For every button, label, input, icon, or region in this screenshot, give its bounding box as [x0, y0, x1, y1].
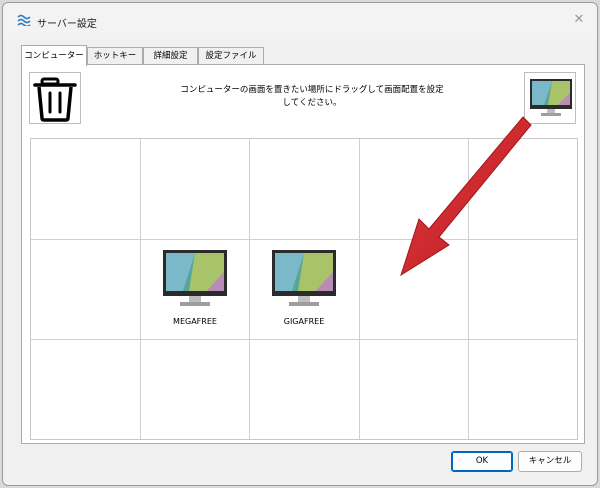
trash-icon [33, 77, 77, 122]
close-button[interactable]: ✕ [571, 12, 587, 28]
new-computer-tile[interactable] [524, 72, 576, 124]
grid-line [249, 139, 250, 439]
tab-advanced[interactable]: 詳細設定 [143, 47, 198, 65]
server-settings-window: サーバー設定 ✕ コンピューター ホットキー 詳細設定 設定ファイル コンピュー… [2, 2, 598, 486]
computer-name: MEGAFREE [173, 317, 217, 326]
monitor-icon [163, 250, 227, 306]
monitor-icon [530, 79, 572, 116]
title-bar: サーバー設定 ✕ [3, 3, 597, 39]
trash-drop-zone[interactable] [29, 72, 81, 124]
screen-layout-grid[interactable]: MEGAFREE GIGAFREE [30, 138, 578, 440]
grid-line [140, 139, 141, 439]
instruction-line-1: コンピューターの画面を置きたい場所にドラッグして画面配置を設定 [180, 85, 444, 95]
monitor-icon [272, 250, 336, 306]
instruction-text: コンピューターの画面を置きたい場所にドラッグして画面配置を設定 してください。 [132, 84, 492, 110]
grid-line [468, 139, 469, 439]
tab-computer[interactable]: コンピューター [21, 45, 87, 66]
instruction-line-2: してください。 [282, 98, 342, 108]
tab-hotkey[interactable]: ホットキー [87, 47, 143, 65]
grid-line [31, 339, 577, 340]
app-wave-icon [17, 14, 31, 26]
cancel-button[interactable]: キャンセル [518, 451, 582, 472]
window-title: サーバー設定 [37, 19, 97, 30]
tab-config-file[interactable]: 設定ファイル [198, 47, 264, 65]
computer-gigafree[interactable]: GIGAFREE [260, 250, 348, 326]
grid-line [359, 139, 360, 439]
layout-panel: コンピューターの画面を置きたい場所にドラッグして画面配置を設定 してください。 [21, 64, 585, 444]
grid-line [31, 239, 577, 240]
ok-button[interactable]: OK [451, 451, 513, 472]
computer-name: GIGAFREE [283, 317, 325, 326]
computer-megafree[interactable]: MEGAFREE [151, 250, 239, 326]
